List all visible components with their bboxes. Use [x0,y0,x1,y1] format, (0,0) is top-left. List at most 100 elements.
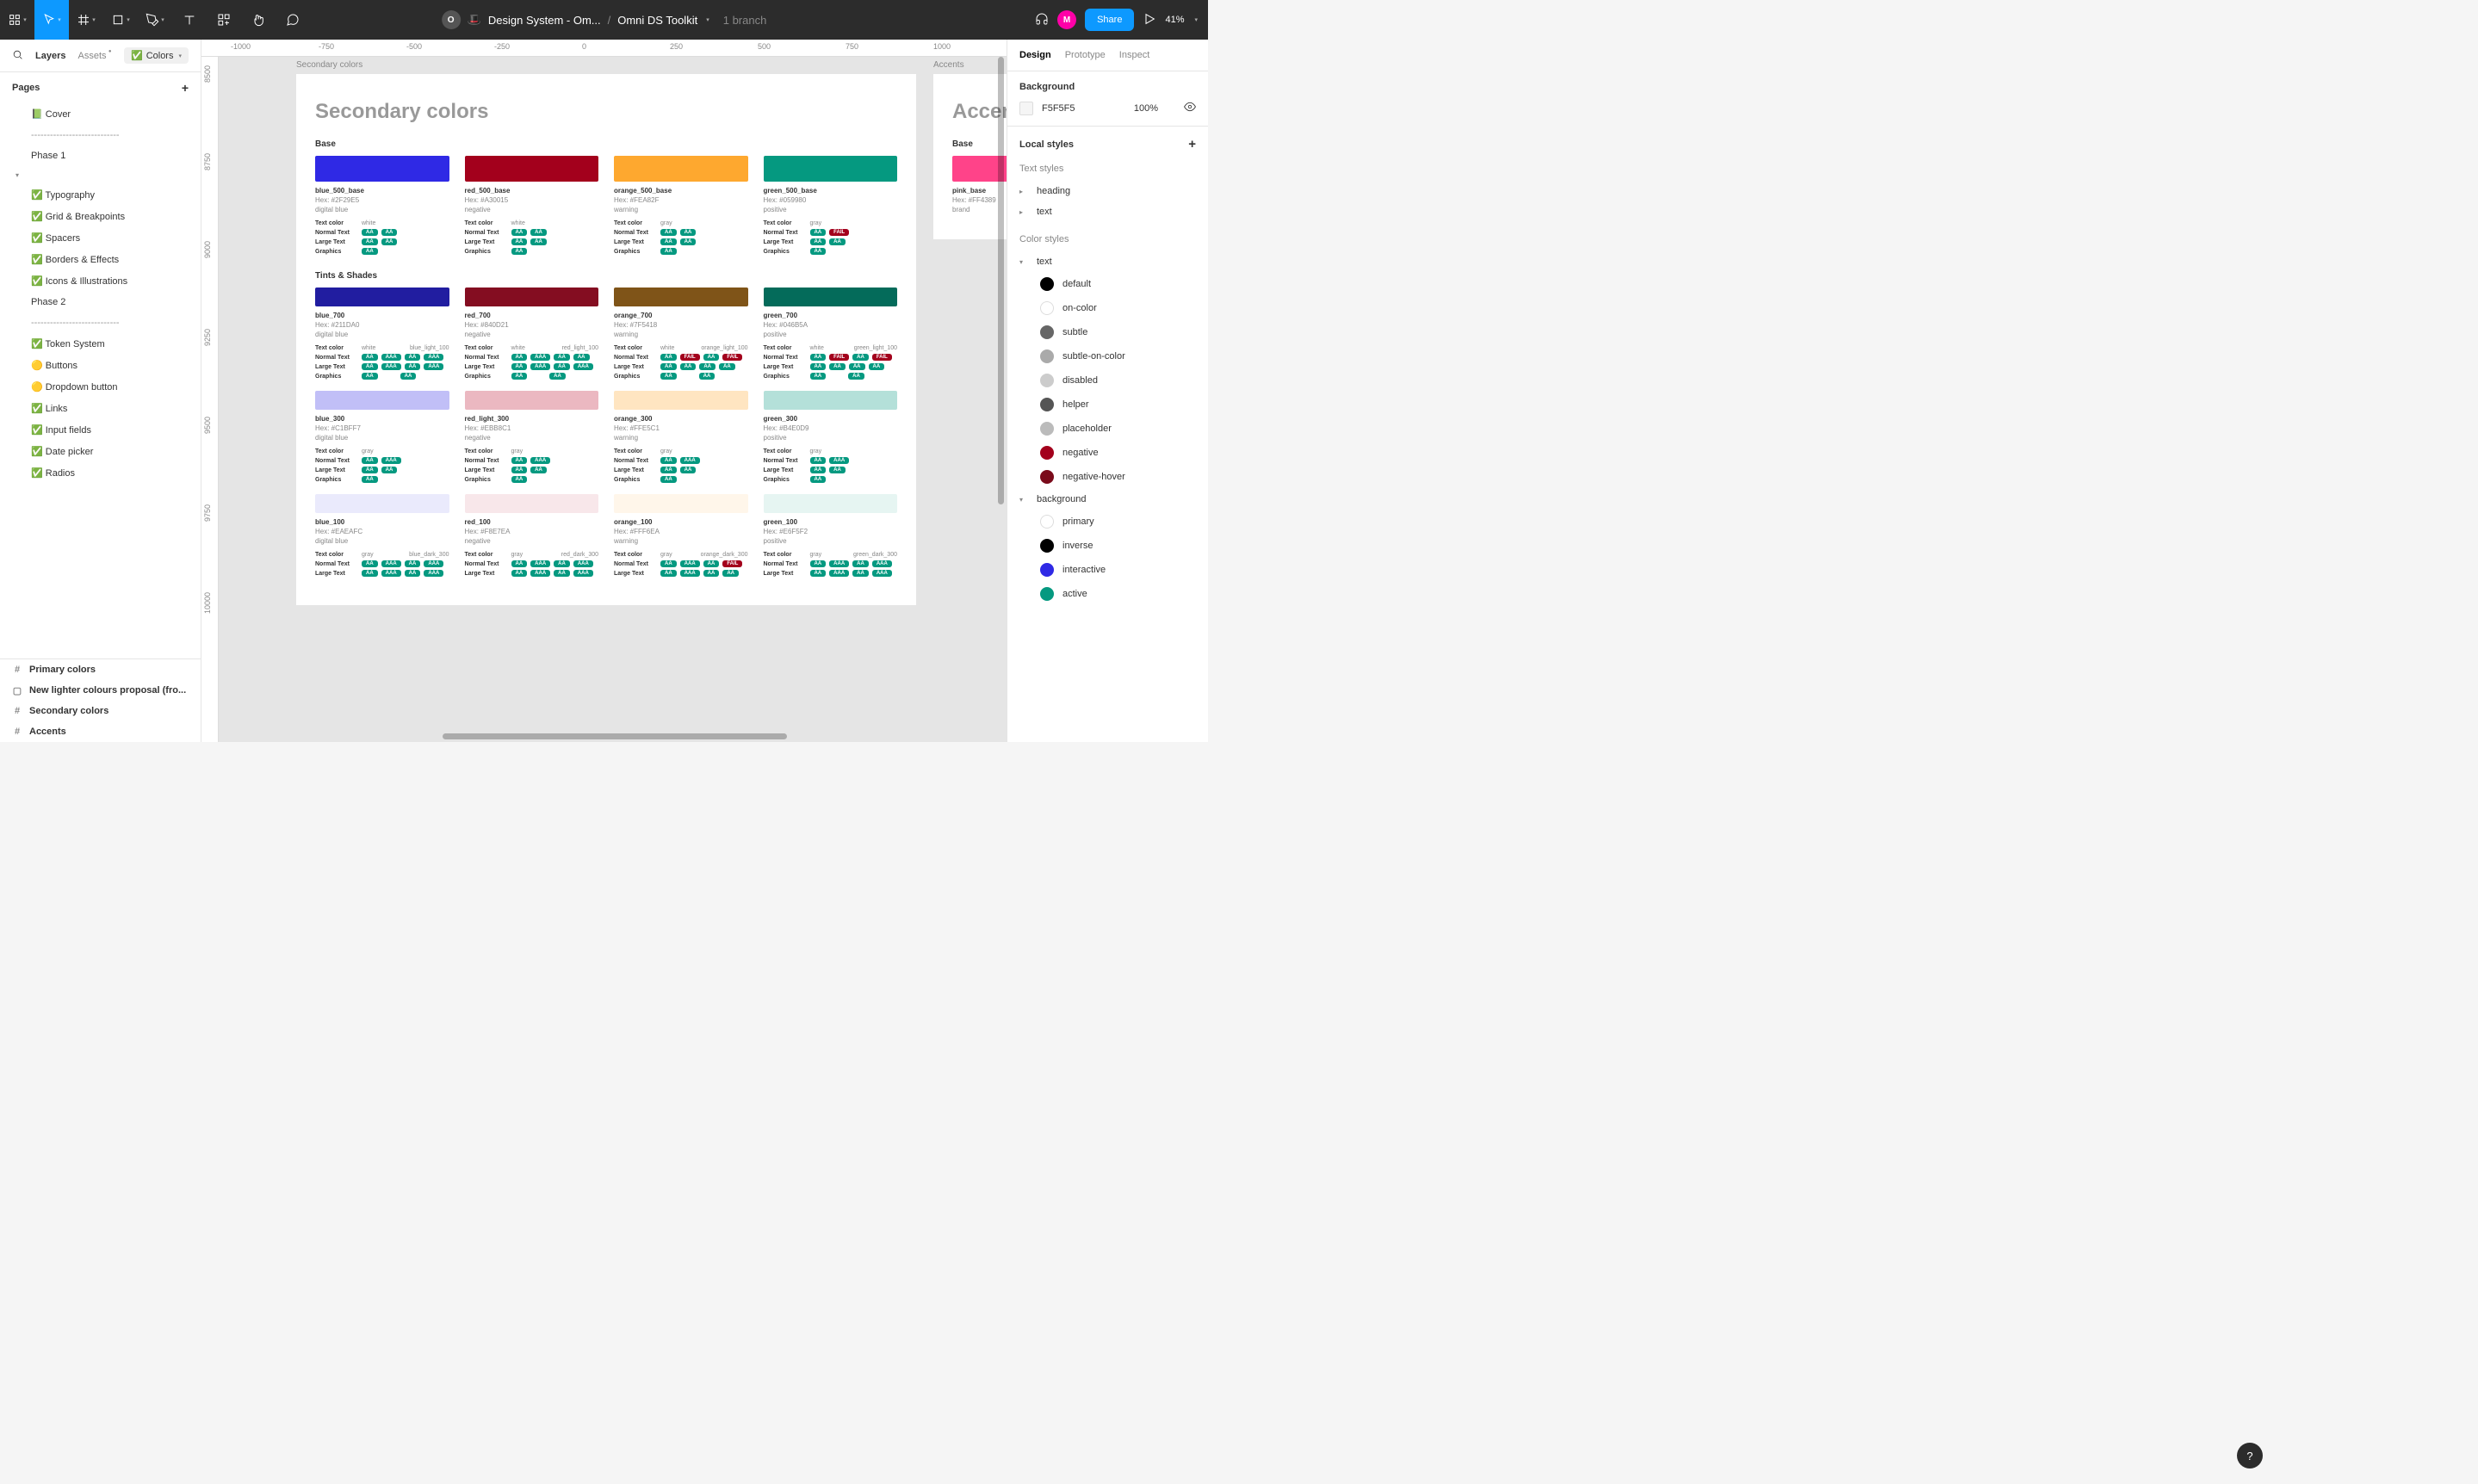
tab-prototype[interactable]: Prototype [1065,50,1106,60]
text-style-item[interactable]: ▸text [1019,201,1196,222]
color-card: red_100Hex: #F8E7EAnegativeText colorgra… [465,494,599,579]
page-item[interactable]: ✅ Links [0,398,201,419]
text-style-item[interactable]: ▸heading [1019,181,1196,201]
page-item[interactable]: 🟡 Dropdown button [0,376,201,398]
help-button[interactable]: ? [2237,1443,2263,1469]
color-swatch[interactable] [614,288,748,306]
move-tool[interactable]: ▾ [34,0,69,40]
layer-item[interactable]: ▢New lighter colours proposal (fro... [0,680,201,701]
frame-icon: # [12,665,22,675]
color-swatch[interactable] [315,391,449,410]
color-style-item[interactable]: primary [1019,510,1196,534]
color-swatch[interactable] [614,391,748,410]
color-style-item[interactable]: subtle [1019,320,1196,344]
hand-tool[interactable] [241,0,276,40]
color-swatch[interactable] [614,156,748,182]
color-swatch-icon [1040,515,1054,529]
color-style-item[interactable]: negative-hover [1019,465,1196,489]
tab-assets[interactable]: Assets● [77,51,106,61]
page-item[interactable]: ✅ Spacers [0,227,201,249]
color-style-item[interactable]: disabled [1019,368,1196,393]
color-swatch[interactable] [614,494,748,513]
menu-icon[interactable]: ▾ [0,0,34,40]
color-style-item[interactable]: placeholder [1019,417,1196,441]
page-item[interactable]: ▾✅ Colors [0,166,28,184]
tab-inspect[interactable]: Inspect [1119,50,1149,60]
right-panel: DesignPrototypeInspect Background F5F5F5… [1007,40,1208,742]
color-style-item[interactable]: interactive [1019,558,1196,582]
color-style-item[interactable]: subtle-on-color [1019,344,1196,368]
color-style-item[interactable]: inverse [1019,534,1196,558]
page-item[interactable]: ✅ Grid & Breakpoints [0,206,201,227]
add-style-icon[interactable]: + [1188,137,1196,151]
color-group[interactable]: ▾text [1019,251,1196,272]
color-style-item[interactable]: default [1019,272,1196,296]
color-swatch[interactable] [465,494,599,513]
tab-design[interactable]: Design [1019,50,1051,60]
frame-icon: # [12,706,22,716]
page-item[interactable]: Phase 2 [0,292,201,312]
user-avatar[interactable]: M [1057,10,1076,29]
page-item[interactable]: ✅ Icons & Illustrations [0,270,201,292]
color-swatch-icon [1040,374,1054,387]
color-card: green_500_baseHex: #059980positiveText c… [764,156,898,257]
color-swatch[interactable] [764,494,898,513]
page-item[interactable]: ---------------------------- [0,312,201,333]
color-card: green_100Hex: #E6F5F2positiveText colorg… [764,494,898,579]
page-item[interactable]: 📗 Cover [0,103,201,125]
color-swatch[interactable] [315,494,449,513]
headphones-icon[interactable] [1035,12,1049,28]
page-item[interactable]: ---------------------------- [0,125,201,145]
pen-tool[interactable]: ▾ [138,0,172,40]
eye-icon[interactable] [1184,101,1196,115]
color-style-item[interactable]: on-color [1019,296,1196,320]
resources-tool[interactable] [207,0,241,40]
color-style-item[interactable]: helper [1019,393,1196,417]
comment-tool[interactable] [276,0,310,40]
layer-item[interactable]: #Primary colors [0,659,201,680]
color-style-item[interactable]: negative [1019,441,1196,465]
color-card: red_light_300Hex: #EBB8C1negativeText co… [465,391,599,485]
frame-tool[interactable]: ▾ [69,0,103,40]
frame-secondary-colors[interactable]: Secondary colors Base blue_500_baseHex: … [296,74,916,605]
canvas[interactable]: -1000-750-500-25002505007501000 85008750… [201,40,1007,742]
text-tool[interactable] [172,0,207,40]
page-item[interactable]: ✅ Date picker [0,441,201,462]
page-selector[interactable]: ✅ Colors▾ [124,47,189,64]
shape-tool[interactable]: ▾ [103,0,138,40]
scrollbar-v[interactable] [998,57,1004,504]
page-item[interactable]: 🟡 Buttons [0,355,201,376]
color-style-item[interactable]: active [1019,582,1196,606]
doc-title[interactable]: O 🎩 Design System - Om... / Omni DS Tool… [442,10,767,29]
color-swatch[interactable] [764,288,898,306]
color-swatch-icon [1040,422,1054,436]
layer-item[interactable]: #Accents [0,721,201,742]
add-page-icon[interactable]: + [182,81,189,95]
search-icon[interactable] [12,49,23,63]
page-item[interactable]: ✅ Typography [0,184,201,206]
layer-item[interactable]: #Secondary colors [0,701,201,721]
page-item[interactable]: ✅ Input fields [0,419,201,441]
color-swatch[interactable] [764,156,898,182]
page-item[interactable]: Phase 1 [0,145,201,166]
scrollbar-h[interactable] [443,733,787,739]
color-swatch[interactable] [315,288,449,306]
color-swatch[interactable] [764,391,898,410]
frame-accents[interactable]: Accents Base pink_baseHex: #FF4389brand [933,74,1007,239]
color-swatch[interactable] [465,391,599,410]
color-group[interactable]: ▾background [1019,489,1196,510]
ruler-top: -1000-750-500-25002505007501000 [201,40,1007,57]
page-item[interactable]: ✅ Token System [0,333,201,355]
page-item[interactable]: ✅ Radios [0,462,201,484]
play-icon[interactable] [1143,12,1156,28]
color-swatch[interactable] [465,288,599,306]
color-swatch[interactable] [465,156,599,182]
color-swatch-icon [1040,325,1054,339]
page-item[interactable]: ✅ Borders & Effects [0,249,201,270]
zoom-level[interactable]: 41% [1165,15,1184,25]
color-swatch-icon [1040,563,1054,577]
bg-swatch[interactable] [1019,102,1033,115]
color-swatch[interactable] [315,156,449,182]
tab-layers[interactable]: Layers [35,51,65,61]
share-button[interactable]: Share [1085,9,1134,31]
